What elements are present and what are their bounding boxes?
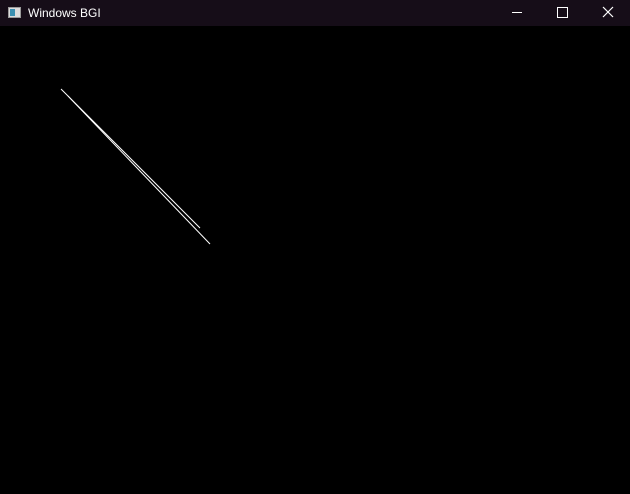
minimize-icon [512,12,522,13]
title-bar[interactable]: Windows BGI [0,0,630,26]
drawn-line-2 [67,95,211,245]
drawing-canvas-area [0,26,630,494]
close-icon [602,6,614,18]
bgi-window: Windows BGI [0,0,630,494]
app-icon [8,7,21,18]
maximize-button[interactable] [540,0,586,26]
maximize-icon [557,7,568,18]
drawing-canvas [60,88,211,245]
minimize-button[interactable] [494,0,540,26]
close-button[interactable] [584,0,630,26]
window-title: Windows BGI [28,6,101,20]
